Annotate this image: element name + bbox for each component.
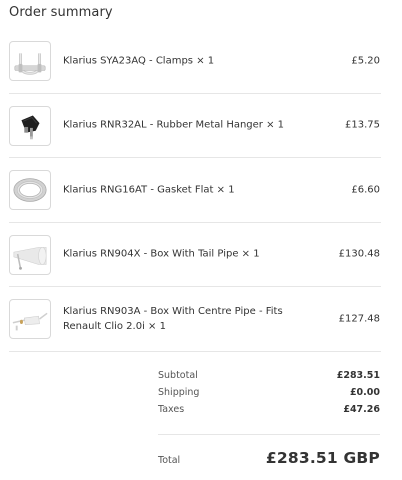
item-name: Klarius RNR32AL - Rubber Metal Hanger × …	[63, 119, 285, 131]
order-item: Klarius RNG16AT - Gasket Flat × 1 £6.60	[9, 158, 381, 223]
tail-pipe-box-icon	[9, 234, 51, 275]
taxes-row: Taxes £47.26	[158, 402, 380, 419]
item-name: Klarius RN904X - Box With Tail Pipe × 1	[63, 248, 260, 260]
totals-divider	[158, 434, 380, 435]
taxes-label: Taxes	[158, 404, 185, 415]
item-price: £127.48	[338, 313, 380, 325]
totals-section: Subtotal £283.51 Shipping £0.00 Taxes £4…	[158, 368, 380, 419]
shipping-label: Shipping	[158, 387, 200, 398]
item-name: Klarius RN903A - Box With Centre Pipe - …	[63, 305, 283, 332]
item-price: £13.75	[345, 119, 380, 131]
order-items-list: Klarius SYA23AQ - Clamps × 1 £5.20 Klari…	[9, 29, 381, 352]
shipping-row: Shipping £0.00	[158, 385, 380, 402]
order-item: Klarius SYA23AQ - Clamps × 1 £5.20	[9, 29, 381, 94]
total-value: £283.51 GBP	[265, 449, 380, 467]
taxes-value: £47.26	[343, 404, 380, 415]
order-item: Klarius RNR32AL - Rubber Metal Hanger × …	[9, 94, 381, 158]
total-label: Total	[158, 455, 181, 466]
order-item: Klarius RN903A - Box With Centre Pipe - …	[9, 287, 381, 352]
item-price: £6.60	[351, 184, 380, 196]
subtotal-row: Subtotal £283.51	[158, 368, 380, 385]
subtotal-value: £283.51	[336, 370, 380, 381]
item-name: Klarius RNG16AT - Gasket Flat × 1	[63, 184, 235, 196]
item-price: £5.20	[351, 55, 380, 67]
gasket-icon	[9, 170, 51, 210]
subtotal-label: Subtotal	[158, 370, 198, 381]
order-summary-title: Order summary	[9, 5, 113, 20]
clamp-icon	[9, 41, 51, 81]
order-item: Klarius RN904X - Box With Tail Pipe × 1 …	[9, 223, 381, 287]
rubber-hanger-icon	[9, 105, 51, 146]
total-row: Total £283.51 GBP	[158, 449, 380, 471]
item-price: £130.48	[338, 248, 380, 260]
centre-pipe-box-icon	[9, 299, 51, 339]
shipping-value: £0.00	[349, 387, 380, 398]
item-name: Klarius SYA23AQ - Clamps × 1	[63, 55, 215, 67]
